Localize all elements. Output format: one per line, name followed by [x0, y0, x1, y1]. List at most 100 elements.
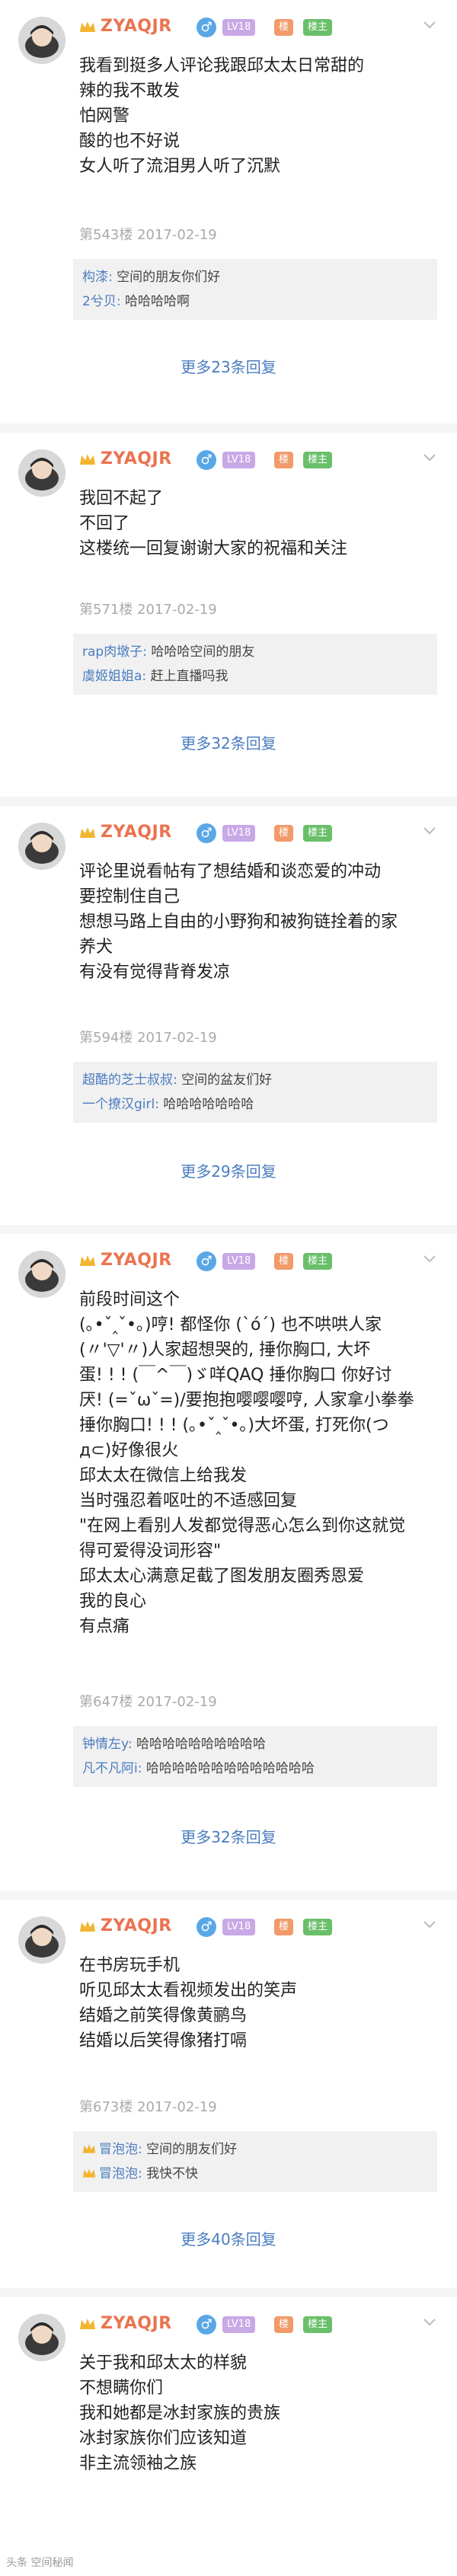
- avatar[interactable]: [18, 1251, 66, 1298]
- post-line: 得可爱得没词形容": [79, 1542, 222, 1561]
- post-line: 想想马路上自由的小野狗和被狗链拴着的家: [79, 912, 398, 932]
- owner-badge: 楼主: [303, 2316, 333, 2333]
- username[interactable]: ZYAQJR: [101, 449, 172, 468]
- post-line: 养犬: [79, 938, 113, 957]
- post-meta: 第594楼 2017-02-19: [79, 1030, 217, 1046]
- reply-author[interactable]: 虞姬姐姐a:: [82, 669, 146, 684]
- crown-icon: [80, 1921, 95, 1932]
- more-replies-link[interactable]: 更多32条回复: [0, 1825, 457, 1847]
- post-text: 我回不起了 不回了 这楼统一回复谢谢大家的祝福和关注: [79, 486, 437, 561]
- post-line: 结婚之前笑得像黄鹂鸟: [79, 2006, 248, 2025]
- reply-row[interactable]: 2兮贝: 哈哈哈哈啊: [82, 289, 428, 314]
- crown-icon: [82, 2144, 96, 2153]
- reply-row[interactable]: 超酷的芝士叔叔: 空间的盆友们好: [82, 1068, 428, 1092]
- chevron-down-icon[interactable]: [422, 1254, 437, 1264]
- reply-box: 钟情左y: 哈哈哈哈哈哈哈哈哈哈 凡不凡阿i: 哈哈哈哈哈哈哈哈哈哈哈哈哈: [73, 1726, 437, 1787]
- post-meta: 第543楼 2017-02-19: [79, 227, 217, 243]
- gender-male-icon: ♂: [197, 450, 216, 470]
- reply-row[interactable]: 冒泡泡: 空间的朋友们好: [82, 2137, 428, 2162]
- post-line: 有点痛: [79, 1617, 130, 1636]
- level-badge: LV18: [222, 1919, 256, 1935]
- post-line: 怕网警: [79, 107, 130, 126]
- chevron-down-icon[interactable]: [422, 2317, 437, 2328]
- post-line: 前段时间这个: [79, 1290, 181, 1309]
- reply-row[interactable]: rap肉墩子: 哈哈哈空间的朋友: [82, 640, 428, 664]
- post-card: ZYAQJR ♂ LV18 楼 楼主 在书房玩手机 听见邱太太看视频发出的笑声 …: [0, 1900, 457, 2288]
- username[interactable]: ZYAQJR: [101, 823, 172, 842]
- reply-text: 空间的朋友们好: [146, 2142, 238, 2157]
- owner-badge: 楼主: [303, 19, 333, 36]
- reply-row[interactable]: 一个撩汉girl: 哈哈哈哈哈哈哈: [82, 1092, 428, 1117]
- floor-badge: 楼: [274, 19, 294, 36]
- reply-author[interactable]: 凡不凡阿i:: [82, 1761, 142, 1776]
- chevron-down-icon[interactable]: [422, 1919, 437, 1930]
- post-line: 评论里说看帖有了想结婚和谈恋爱的冲动: [79, 862, 382, 881]
- post-line: 冰封家族你们应该知道: [79, 2429, 248, 2448]
- post-line: (〃'▽'〃)人家超想哭的, 捶你胸口, 大坏: [79, 1341, 371, 1360]
- floor-badge: 楼: [274, 1919, 294, 1935]
- crown-icon: [80, 21, 95, 32]
- post-line: 我的良心: [79, 1592, 147, 1611]
- post-line: 捶你胸口! ! ! (｡•ˇ‸ˇ•｡)大坏蛋, 打死你(つ: [79, 1416, 389, 1435]
- post-card: ZYAQJR ♂ LV18 楼 楼主 评论里说看帖有了想结婚和谈恋爱的冲动 要控…: [0, 806, 457, 1225]
- floor-badge: 楼: [274, 1253, 294, 1270]
- crown-icon: [80, 1255, 95, 1266]
- reply-text: 赶上直播吗我: [150, 669, 228, 684]
- username[interactable]: ZYAQJR: [101, 2314, 172, 2333]
- owner-badge: 楼主: [303, 452, 333, 468]
- avatar[interactable]: [18, 1916, 66, 1964]
- crown-icon: [80, 827, 95, 838]
- reply-row[interactable]: 凡不凡阿i: 哈哈哈哈哈哈哈哈哈哈哈哈哈: [82, 1756, 428, 1781]
- post-line: 这楼统一回复谢谢大家的祝福和关注: [79, 539, 348, 558]
- username[interactable]: ZYAQJR: [101, 17, 172, 36]
- post-line: 女人听了流泪男人听了沉默: [79, 157, 281, 176]
- reply-author[interactable]: 构漆:: [82, 270, 113, 285]
- post-line: (｡•ˇ‸ˇ•｡)哼! 都怪你 (`ó´) 也不哄哄人家: [79, 1315, 382, 1334]
- username[interactable]: ZYAQJR: [101, 1916, 172, 1935]
- more-replies-link[interactable]: 更多23条回复: [0, 355, 457, 377]
- post-line: 辣的我不敢发: [79, 81, 181, 101]
- avatar[interactable]: [18, 17, 66, 64]
- floor-badge: 楼: [274, 825, 294, 842]
- chevron-down-icon[interactable]: [422, 452, 437, 463]
- post-line: 不想瞒你们: [79, 2379, 164, 2398]
- gender-male-icon: ♂: [197, 823, 216, 843]
- post-line: 我和她都是冰封家族的贵族: [79, 2404, 281, 2423]
- chevron-down-icon[interactable]: [422, 20, 437, 30]
- owner-badge: 楼主: [303, 825, 333, 842]
- chevron-down-icon[interactable]: [422, 826, 437, 836]
- reply-author[interactable]: rap肉墩子:: [82, 644, 147, 660]
- post-text: 前段时间这个 (｡•ˇ‸ˇ•｡)哼! 都怪你 (`ó´) 也不哄哄人家 (〃'▽…: [79, 1287, 437, 1639]
- reply-author[interactable]: 冒泡泡:: [99, 2166, 142, 2181]
- post-line: 非主流领袖之族: [79, 2454, 197, 2473]
- reply-text: 哈哈哈空间的朋友: [151, 644, 255, 660]
- crown-icon: [80, 454, 95, 465]
- reply-row[interactable]: 冒泡泡: 我快不快: [82, 2162, 428, 2186]
- reply-row[interactable]: 钟情左y: 哈哈哈哈哈哈哈哈哈哈: [82, 1732, 428, 1756]
- level-badge: LV18: [222, 452, 256, 468]
- post-meta: 第673楼 2017-02-19: [79, 2099, 217, 2115]
- reply-author[interactable]: 超酷的芝士叔叔:: [82, 1072, 177, 1088]
- post-line: 邱太太在微信上给我发: [79, 1466, 248, 1485]
- reply-author[interactable]: 冒泡泡:: [99, 2142, 142, 2157]
- more-replies-link[interactable]: 更多29条回复: [0, 1159, 457, 1181]
- username[interactable]: ZYAQJR: [101, 1251, 172, 1270]
- avatar[interactable]: [18, 449, 66, 497]
- reply-author[interactable]: 2兮贝:: [82, 294, 121, 309]
- post-text: 关于我和邱太太的样貌 不想瞒你们 我和她都是冰封家族的贵族 冰封家族你们应该知道…: [79, 2351, 437, 2476]
- floor-badge: 楼: [274, 2316, 294, 2333]
- more-replies-link[interactable]: 更多32条回复: [0, 731, 457, 753]
- avatar[interactable]: [18, 2314, 66, 2361]
- reply-author[interactable]: 一个撩汉girl:: [82, 1097, 159, 1112]
- post-line: 不回了: [79, 514, 130, 533]
- reply-author[interactable]: 钟情左y:: [82, 1737, 133, 1752]
- more-replies-link[interactable]: 更多40条回复: [0, 2227, 457, 2249]
- reply-row[interactable]: 构漆: 空间的朋友你们好: [82, 265, 428, 289]
- post-line: 在书房玩手机: [79, 1956, 181, 1975]
- reply-row[interactable]: 虞姬姐姐a: 赶上直播吗我: [82, 664, 428, 689]
- post-card: ZYAQJR ♂ LV18 楼 楼主 前段时间这个 (｡•ˇ‸ˇ•｡)哼! 都怪…: [0, 1234, 457, 1890]
- avatar[interactable]: [18, 823, 66, 870]
- watermark: 头条 空间秘闻: [6, 2557, 74, 2569]
- post-line: 当时强忍着呕吐的不适感回复: [79, 1491, 298, 1510]
- reply-box: rap肉墩子: 哈哈哈空间的朋友 虞姬姐姐a: 赶上直播吗我: [73, 634, 437, 695]
